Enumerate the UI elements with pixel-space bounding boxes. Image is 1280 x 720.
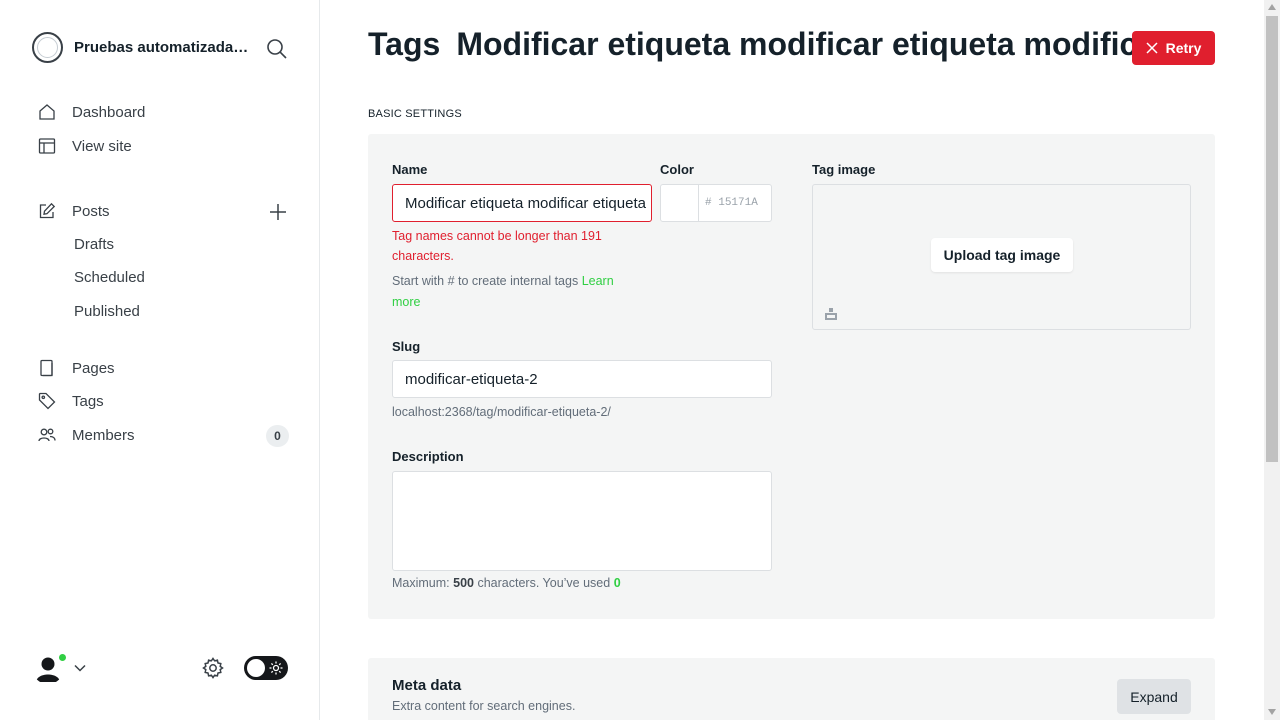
meta-data-panel: Meta data Extra content for search engin… <box>368 658 1215 720</box>
upload-tag-image-button[interactable]: Upload tag image <box>931 238 1073 272</box>
color-label: Color <box>660 162 694 177</box>
toggle-knob <box>247 659 265 677</box>
sidebar-item-drafts[interactable]: Drafts <box>74 234 114 256</box>
sidebar: Pruebas automatizadas de software Dashbo… <box>0 0 320 720</box>
name-hint: Start with # to create internal tags Lea… <box>392 271 632 313</box>
slug-url: localhost:2368/tag/modificar-etiqueta-2/ <box>392 405 611 419</box>
sidebar-item-scheduled[interactable]: Scheduled <box>74 267 145 289</box>
sidebar-item-label: View site <box>72 137 132 155</box>
name-input[interactable]: Modificar etiqueta modificar etiqueta mo… <box>392 184 652 222</box>
retry-label: Retry <box>1165 40 1202 56</box>
tag-icon <box>38 392 56 410</box>
sidebar-item-label: Dashboard <box>72 103 146 121</box>
color-value: 15171A <box>718 197 758 209</box>
section-title: BASIC SETTINGS <box>368 108 462 120</box>
count-max: 500 <box>453 576 474 590</box>
add-post-icon[interactable] <box>268 202 288 222</box>
chevron-down-icon[interactable] <box>73 661 87 675</box>
tag-image-dropzone[interactable]: Upload tag image <box>812 184 1191 330</box>
slug-label: Slug <box>392 339 421 354</box>
online-status-dot <box>58 653 67 662</box>
gear-icon[interactable] <box>201 656 225 680</box>
scrollbar-thumb[interactable] <box>1266 16 1278 462</box>
name-error: Tag names cannot be longer than 191 char… <box>392 229 602 263</box>
sidebar-item-label: Posts <box>72 202 110 220</box>
expand-button[interactable]: Expand <box>1117 679 1191 714</box>
image-icon <box>825 308 837 320</box>
edit-icon <box>39 202 56 219</box>
sidebar-item-pages[interactable]: Pages <box>38 356 115 380</box>
count-middle: characters. You’ve used <box>477 576 611 590</box>
page-icon <box>40 359 53 377</box>
sidebar-item-posts[interactable]: Posts <box>38 199 110 223</box>
layout-icon <box>38 138 56 154</box>
sidebar-item-members[interactable]: Members <box>38 423 135 447</box>
tag-image-label: Tag image <box>812 162 876 177</box>
site-logo <box>32 32 63 63</box>
scrollbar[interactable] <box>1264 0 1280 720</box>
meta-data-title: Meta data <box>392 677 462 694</box>
sidebar-item-label: Pages <box>72 359 115 377</box>
scroll-down-arrow-icon[interactable] <box>1268 709 1276 715</box>
sidebar-item-tags[interactable]: Tags <box>38 389 104 413</box>
sidebar-item-label: Members <box>72 426 135 444</box>
site-title: Pruebas automatizadas de software <box>74 39 254 56</box>
name-label: Name <box>392 162 428 177</box>
sidebar-item-view-site[interactable]: View site <box>38 134 132 158</box>
description-textarea[interactable] <box>392 471 772 571</box>
home-icon <box>39 104 55 120</box>
retry-button[interactable]: Retry <box>1132 31 1215 65</box>
breadcrumb: Tags Modificar etiqueta modificar etique… <box>368 26 1148 63</box>
meta-data-subtitle: Extra content for search engines. <box>392 699 576 713</box>
count-used: 0 <box>613 576 621 590</box>
sun-icon <box>269 661 283 675</box>
members-icon <box>38 428 56 442</box>
slug-input[interactable]: modificar-etiqueta-2 <box>392 360 772 398</box>
close-icon <box>1146 42 1158 54</box>
sidebar-item-dashboard[interactable]: Dashboard <box>38 100 145 124</box>
description-label: Description <box>392 449 464 464</box>
scroll-up-arrow-icon[interactable] <box>1268 4 1276 10</box>
count-prefix: Maximum: <box>392 576 450 590</box>
name-hint-text: Start with # to create internal tags <box>392 274 579 288</box>
search-icon[interactable] <box>266 38 288 60</box>
color-swatch[interactable] <box>661 185 699 221</box>
color-field: # 15171A <box>660 184 772 222</box>
members-count-badge: 0 <box>266 425 289 447</box>
main-content: Tags Modificar etiqueta modificar etique… <box>320 0 1264 720</box>
color-prefix: # <box>705 197 712 209</box>
description-count: Maximum: 500 characters. You’ve used 0 <box>392 576 621 590</box>
page-title: Modificar etiqueta modificar etiqueta mo… <box>456 26 1148 62</box>
dark-mode-toggle[interactable] <box>244 656 288 680</box>
breadcrumb-tags-link[interactable]: Tags <box>368 26 440 63</box>
site-brand[interactable]: Pruebas automatizadas de software <box>32 32 254 63</box>
color-input[interactable]: # 15171A <box>699 185 771 221</box>
basic-settings-panel: Name Modificar etiqueta modificar etique… <box>368 134 1215 619</box>
sidebar-item-published[interactable]: Published <box>74 301 140 323</box>
sidebar-item-label: Tags <box>72 392 104 410</box>
